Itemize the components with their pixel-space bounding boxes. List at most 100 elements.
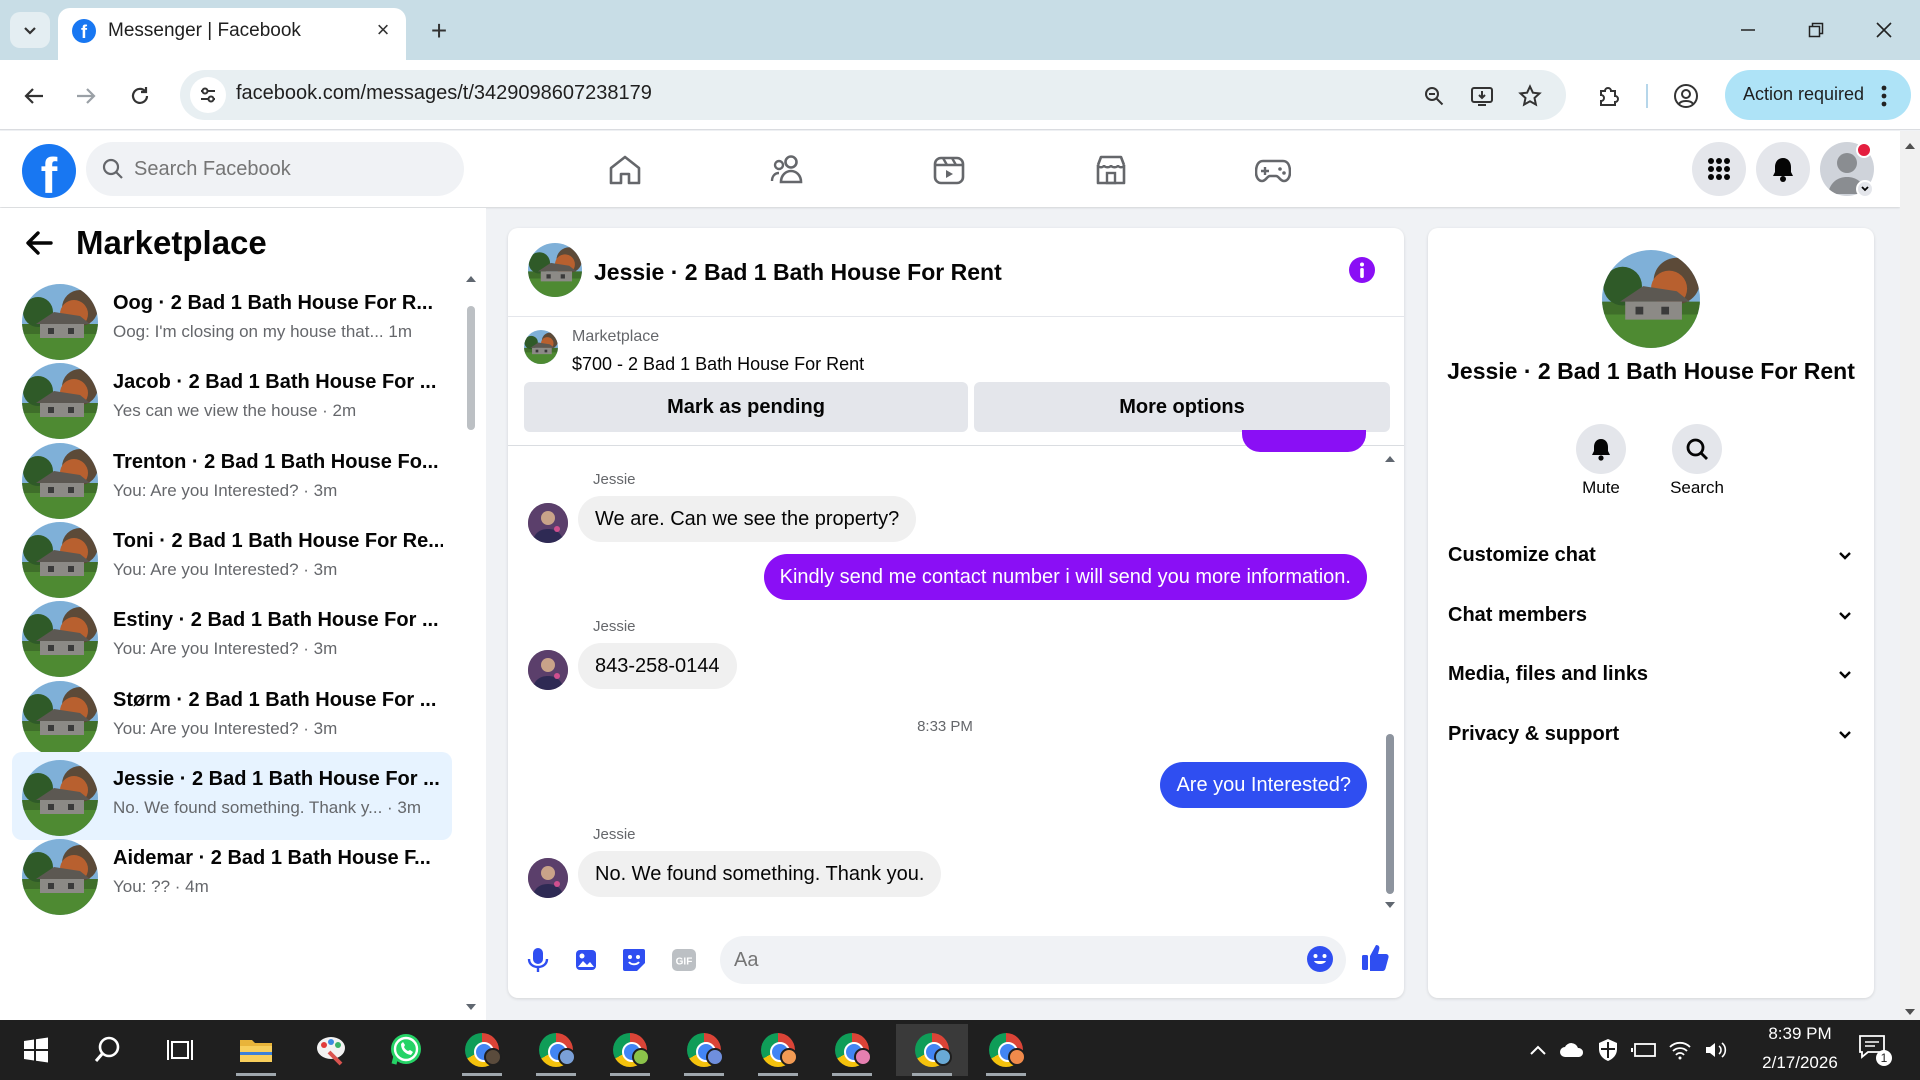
- chat-avatar[interactable]: [528, 243, 582, 297]
- more-options-button[interactable]: More options: [974, 382, 1390, 432]
- tab-close-icon[interactable]: ×: [370, 17, 396, 43]
- minimize-button[interactable]: [1718, 10, 1778, 50]
- taskbar-search-button[interactable]: [78, 1024, 138, 1076]
- conversation-scrollbar[interactable]: [464, 272, 478, 1020]
- chat-title[interactable]: Jessie · 2 Bad 1 Bath House For Rent: [594, 259, 1002, 286]
- tab-search-button[interactable]: [10, 12, 50, 48]
- conversation-item[interactable]: Aidemar · 2 Bad 1 Bath House F... You: ??…: [12, 831, 452, 919]
- close-window-button[interactable]: [1854, 10, 1914, 50]
- chrome-profile-6[interactable]: [822, 1024, 882, 1076]
- conversation-item[interactable]: Oog · 2 Bad 1 Bath House For R... Oog: I'…: [12, 278, 452, 364]
- attach-photo-button[interactable]: [566, 940, 606, 980]
- scroll-thumb[interactable]: [1386, 734, 1394, 894]
- listing-thumbnail[interactable]: [524, 330, 558, 364]
- profile-badge: [854, 1048, 872, 1066]
- profile-badge: [934, 1048, 952, 1066]
- forward-button[interactable]: [66, 76, 106, 116]
- message-bubble-incoming[interactable]: 843-258-0144: [578, 643, 737, 689]
- gif-button[interactable]: GIF: [664, 940, 704, 980]
- mute-label: Mute: [1582, 478, 1620, 497]
- sender-avatar[interactable]: [528, 858, 568, 898]
- customize-chat-section[interactable]: Customize chat: [1436, 530, 1866, 582]
- profile-button[interactable]: [1670, 80, 1702, 112]
- extensions-button[interactable]: [1592, 80, 1624, 112]
- chrome-profile-1[interactable]: [452, 1024, 512, 1076]
- bookmark-button[interactable]: [1514, 80, 1546, 112]
- media-files-links-section[interactable]: Media, files and links: [1436, 649, 1866, 701]
- nav-gaming[interactable]: [1243, 145, 1303, 195]
- chat-members-section[interactable]: Chat members: [1436, 590, 1866, 642]
- sender-avatar[interactable]: [528, 650, 568, 690]
- onedrive-icon[interactable]: [1558, 1036, 1586, 1064]
- nav-home[interactable]: [595, 145, 655, 195]
- conversation-item[interactable]: Toni · 2 Bad 1 Bath House For Re... You: …: [12, 514, 452, 602]
- task-view-button[interactable]: [150, 1024, 210, 1076]
- chrome-profile-8[interactable]: [976, 1024, 1036, 1076]
- search-icon: [1686, 438, 1708, 460]
- back-button[interactable]: [14, 76, 54, 116]
- account-chevron-icon[interactable]: [1856, 180, 1874, 198]
- conversation-item[interactable]: Jacob · 2 Bad 1 Bath House For ... Yes ca…: [12, 355, 452, 443]
- install-app-button[interactable]: [1466, 80, 1498, 112]
- bell-icon: [1592, 439, 1610, 461]
- zoom-button[interactable]: [1418, 80, 1450, 112]
- chrome-profile-5[interactable]: [748, 1024, 808, 1076]
- conversation-item[interactable]: Estiny · 2 Bad 1 Bath House For ... You: …: [12, 593, 452, 681]
- sticker-button[interactable]: [614, 940, 654, 980]
- wifi-icon[interactable]: [1666, 1036, 1694, 1064]
- conversation-item[interactable]: Størm · 2 Bad 1 Bath House For ... You: A…: [12, 673, 452, 761]
- facebook-logo[interactable]: f: [22, 144, 76, 198]
- conversation-item[interactable]: Trenton · 2 Bad 1 Bath House Fo... You: A…: [12, 435, 452, 523]
- back-arrow-icon[interactable]: [24, 228, 54, 258]
- security-shield-icon[interactable]: [1594, 1036, 1622, 1064]
- like-thumb-icon[interactable]: [1360, 942, 1390, 972]
- chrome-profile-7-active[interactable]: [896, 1024, 968, 1076]
- contact-avatar[interactable]: [1602, 250, 1700, 348]
- message-bubble-incoming[interactable]: No. We found something. Thank you.: [578, 851, 942, 897]
- nav-marketplace[interactable]: [1081, 145, 1141, 195]
- start-button[interactable]: [6, 1024, 66, 1076]
- watch-icon: [933, 156, 965, 185]
- notifications-button[interactable]: [1756, 142, 1810, 196]
- scroll-thumb[interactable]: [467, 306, 475, 430]
- emoji-icon[interactable]: [1306, 945, 1334, 973]
- url-text[interactable]: facebook.com/messages/t/3429098607238179: [236, 82, 652, 105]
- file-explorer-button[interactable]: [226, 1024, 286, 1076]
- message-bubble-outgoing[interactable]: Kindly send me contact number i will sen…: [763, 554, 1367, 600]
- mute-button[interactable]: [1576, 424, 1626, 474]
- message-input[interactable]: [734, 946, 1294, 974]
- show-hidden-icons-button[interactable]: [1524, 1036, 1552, 1064]
- new-tab-button[interactable]: +: [422, 14, 456, 48]
- info-icon[interactable]: [1348, 256, 1376, 284]
- chrome-profile-3[interactable]: [600, 1024, 660, 1076]
- notification-center-button[interactable]: 1: [1858, 1034, 1892, 1066]
- sender-avatar[interactable]: [528, 503, 568, 543]
- nav-friends[interactable]: [757, 145, 817, 195]
- search-in-chat-button[interactable]: [1672, 424, 1722, 474]
- arrow-left-icon: [24, 88, 43, 104]
- clock-date[interactable]: 2/17/2026: [1740, 1053, 1860, 1073]
- paint-app-button[interactable]: [302, 1024, 362, 1076]
- clock-time[interactable]: 8:39 PM: [1740, 1024, 1860, 1044]
- chat-scrollbar[interactable]: [1382, 448, 1398, 914]
- battery-icon[interactable]: [1630, 1036, 1658, 1064]
- more-vertical-icon[interactable]: [1880, 84, 1888, 108]
- whatsapp-button[interactable]: [376, 1024, 436, 1076]
- site-info-button[interactable]: [190, 77, 226, 113]
- voice-clip-button[interactable]: [518, 940, 558, 980]
- volume-icon[interactable]: [1702, 1036, 1730, 1064]
- restore-button[interactable]: [1786, 10, 1846, 50]
- reload-button[interactable]: [120, 76, 160, 116]
- page-scrollbar[interactable]: [1900, 131, 1920, 1021]
- chrome-profile-2[interactable]: [526, 1024, 586, 1076]
- search-input[interactable]: [134, 154, 444, 184]
- menu-button[interactable]: [1692, 142, 1746, 196]
- chrome-profile-4[interactable]: [674, 1024, 734, 1076]
- privacy-support-section[interactable]: Privacy & support: [1436, 709, 1866, 761]
- nav-watch[interactable]: [919, 145, 979, 195]
- mark-as-pending-button[interactable]: Mark as pending: [524, 382, 968, 432]
- message-bubble-outgoing[interactable]: Are you Interested?: [1160, 762, 1367, 808]
- message-bubble-incoming[interactable]: We are. Can we see the property?: [578, 496, 917, 542]
- listing-title[interactable]: $700 - 2 Bad 1 Bath House For Rent: [572, 354, 864, 375]
- conversation-item[interactable]: Jessie · 2 Bad 1 Bath House For ... No. W…: [12, 752, 452, 840]
